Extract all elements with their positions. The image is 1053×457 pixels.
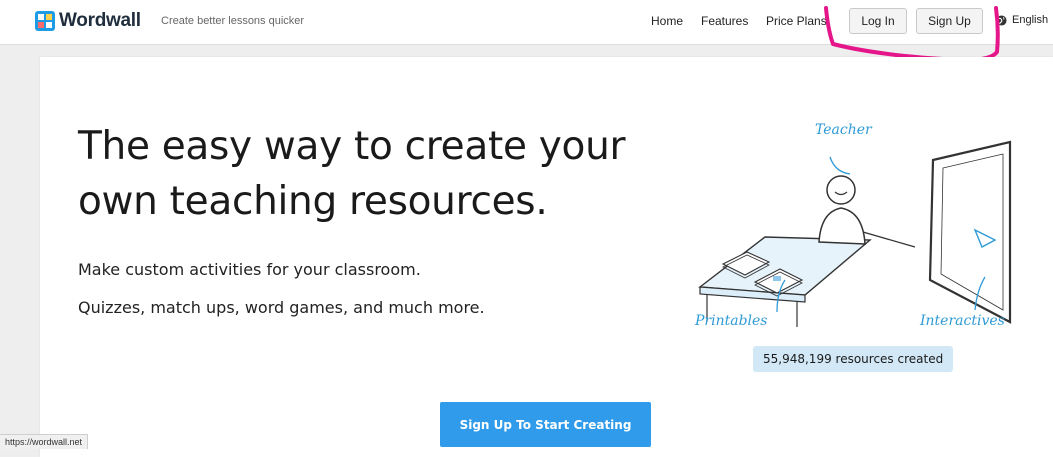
browser-status-url: https://wordwall.net — [0, 434, 89, 449]
wordwall-logo-icon — [35, 11, 55, 31]
teacher-figure-icon — [818, 175, 916, 248]
language-label: English — [1012, 14, 1049, 26]
login-button[interactable]: Log In — [849, 8, 907, 34]
classroom-illustration: Teacher Printables Interactives — [694, 122, 1012, 327]
interactive-screen-icon — [928, 140, 1012, 324]
cta-button-label: Sign Up To Start Creating — [459, 417, 632, 432]
tagline: Create better lessons quicker — [161, 15, 305, 27]
hero-subtext-2: Quizzes, match ups, word games, and much… — [78, 298, 485, 317]
printables-label: Printables — [694, 313, 768, 327]
nav-price-plans-link[interactable]: Price Plans — [766, 14, 827, 28]
interactives-label: Interactives — [919, 313, 1005, 327]
hero-headline: The easy way to create your own teaching… — [78, 119, 678, 229]
resources-count-badge: 55,948,199 resources created — [753, 346, 954, 372]
nav-home-link[interactable]: Home — [651, 14, 683, 28]
hero-card: The easy way to create your own teaching… — [40, 57, 1053, 457]
teacher-label: Teacher — [815, 122, 873, 138]
login-button-label: Log In — [861, 14, 895, 28]
logo-text: Wordwall — [59, 10, 141, 31]
wordwall-logo[interactable]: Wordwall — [35, 10, 141, 32]
hero-headline-line-2: own teaching resources. — [78, 179, 548, 224]
language-selector[interactable]: English — [996, 14, 1048, 26]
hero-headline-line-1: The easy way to create your — [78, 124, 626, 169]
signup-button[interactable]: Sign Up — [916, 8, 983, 34]
top-navbar: Wordwall Create better lessons quicker H… — [0, 0, 1053, 45]
nav-features-link[interactable]: Features — [701, 14, 748, 28]
signup-start-creating-button[interactable]: Sign Up To Start Creating — [440, 402, 651, 447]
hero-subtext-1: Make custom activities for your classroo… — [78, 260, 421, 279]
globe-icon — [996, 14, 1007, 26]
signup-button-label: Sign Up — [928, 14, 971, 28]
